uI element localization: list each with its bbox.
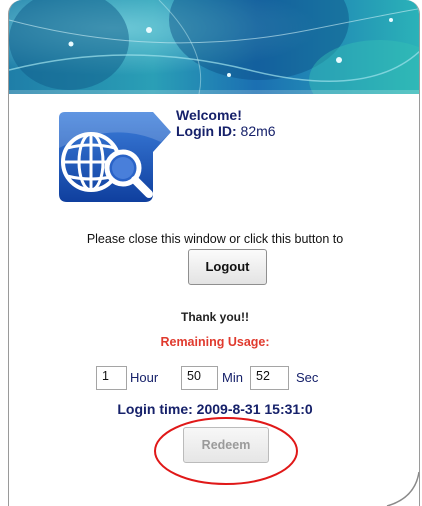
minute-label: Min	[222, 370, 243, 385]
login-id-line: Login ID: 82m6	[176, 123, 276, 139]
login-id-label: Login ID:	[176, 123, 237, 139]
hour-field[interactable]: 1	[96, 366, 127, 390]
globe-magnifier-icon	[53, 110, 181, 206]
login-status-window: Welcome! Login ID: 82m6 Please close thi…	[8, 0, 420, 506]
welcome-block: Welcome! Login ID: 82m6	[176, 107, 276, 139]
second-label: Sec	[296, 370, 319, 385]
close-window-message: Please close this window or click this b…	[86, 232, 344, 246]
window-corner-curl	[386, 471, 419, 506]
logout-button[interactable]: Logout	[188, 249, 267, 285]
second-field[interactable]: 52	[250, 366, 289, 390]
welcome-greeting: Welcome!	[176, 107, 242, 123]
login-id-value: 82m6	[240, 123, 276, 139]
remaining-usage-label: Remaining Usage:	[160, 335, 270, 349]
redeem-button[interactable]: Redeem	[183, 427, 269, 463]
thank-you-text: Thank you!!	[181, 310, 249, 324]
hour-label: Hour	[130, 370, 159, 385]
minute-field[interactable]: 50	[181, 366, 218, 390]
header-banner	[9, 0, 419, 94]
login-time-text: Login time: 2009-8-31 15:31:0	[117, 401, 313, 417]
